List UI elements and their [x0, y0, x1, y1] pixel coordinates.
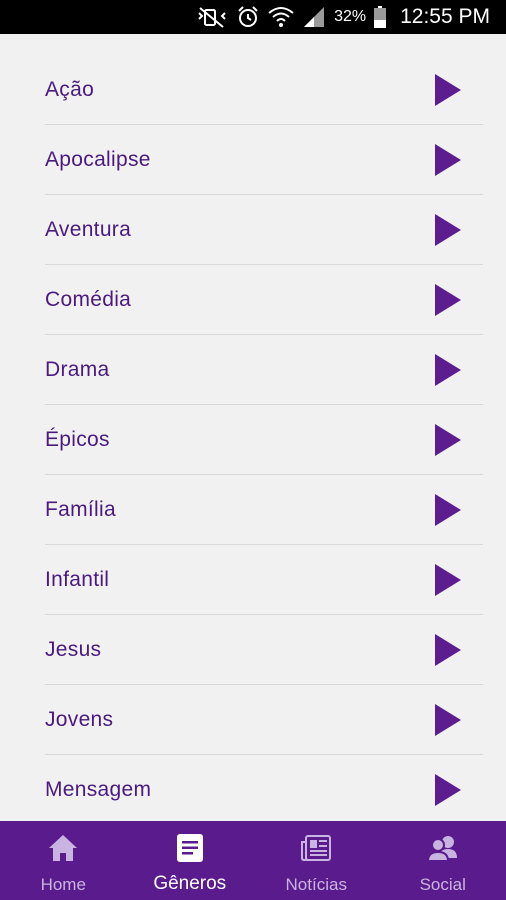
genre-row-drama[interactable]: Drama: [45, 335, 483, 405]
genre-row-apocalipse[interactable]: Apocalipse: [45, 125, 483, 195]
play-arrow-icon: [435, 73, 461, 106]
status-icons: 32% 12:55 PM: [196, 0, 490, 34]
genre-label: Infantil: [45, 567, 110, 591]
genre-label: Mensagem: [45, 777, 152, 801]
play-arrow-icon: [435, 493, 461, 526]
nav-generos[interactable]: Gêneros: [127, 821, 254, 900]
wifi-icon: [268, 6, 294, 28]
genre-label: Família: [45, 497, 116, 521]
genre-row-infantil[interactable]: Infantil: [45, 545, 483, 615]
people-icon: [426, 834, 459, 867]
genre-row-familia[interactable]: Família: [45, 475, 483, 545]
play-arrow-icon: [435, 353, 461, 386]
genre-label: Jesus: [45, 637, 102, 661]
document-icon: [176, 834, 203, 867]
nav-social-label: Social: [419, 875, 466, 894]
home-icon: [48, 834, 78, 867]
play-arrow-icon: [435, 143, 461, 176]
play-arrow-icon: [435, 773, 461, 806]
play-arrow-icon: [435, 283, 461, 316]
status-bar: 32% 12:55 PM: [0, 0, 506, 34]
genre-label: Épicos: [45, 427, 110, 451]
genre-row-jesus[interactable]: Jesus: [45, 615, 483, 685]
nav-home[interactable]: Home: [0, 821, 127, 900]
genre-label: Drama: [45, 357, 110, 381]
battery-percent: 32%: [334, 8, 367, 25]
genre-label: Comédia: [45, 287, 132, 311]
genre-row-aventura[interactable]: Aventura: [45, 195, 483, 265]
signal-icon: [302, 6, 326, 28]
nav-generos-label: Gêneros: [153, 873, 227, 894]
battery-icon: [374, 6, 387, 28]
play-arrow-icon: [435, 703, 461, 736]
play-arrow-icon: [435, 213, 461, 246]
genre-row-mensagem[interactable]: Mensagem: [45, 755, 483, 821]
genre-row-comedia[interactable]: Comédia: [45, 265, 483, 335]
genre-row-jovens[interactable]: Jovens: [45, 685, 483, 755]
genre-label: Jovens: [45, 707, 114, 731]
newspaper-icon: [300, 834, 332, 867]
genre-label: Ação: [45, 77, 95, 101]
status-time: 12:55 PM: [400, 5, 490, 28]
nav-noticias[interactable]: Notícias: [253, 821, 380, 900]
genre-label: Apocalipse: [45, 147, 151, 171]
play-arrow-icon: [435, 423, 461, 456]
play-arrow-icon: [435, 633, 461, 666]
nav-noticias-label: Notícias: [285, 875, 347, 894]
nav-social[interactable]: Social: [380, 821, 506, 900]
genre-list: Ação Apocalipse Aventura Comédia Drama É…: [45, 55, 483, 821]
nav-home-label: Home: [40, 875, 86, 894]
play-arrow-icon: [435, 563, 461, 596]
genre-label: Aventura: [45, 217, 132, 241]
genre-row-epicos[interactable]: Épicos: [45, 405, 483, 475]
mute-vibrate-icon: [196, 6, 228, 28]
alarm-icon: [236, 5, 260, 29]
bottom-nav: Home Gêneros Notícias Social: [0, 821, 506, 900]
genre-row-acao[interactable]: Ação: [45, 55, 483, 125]
